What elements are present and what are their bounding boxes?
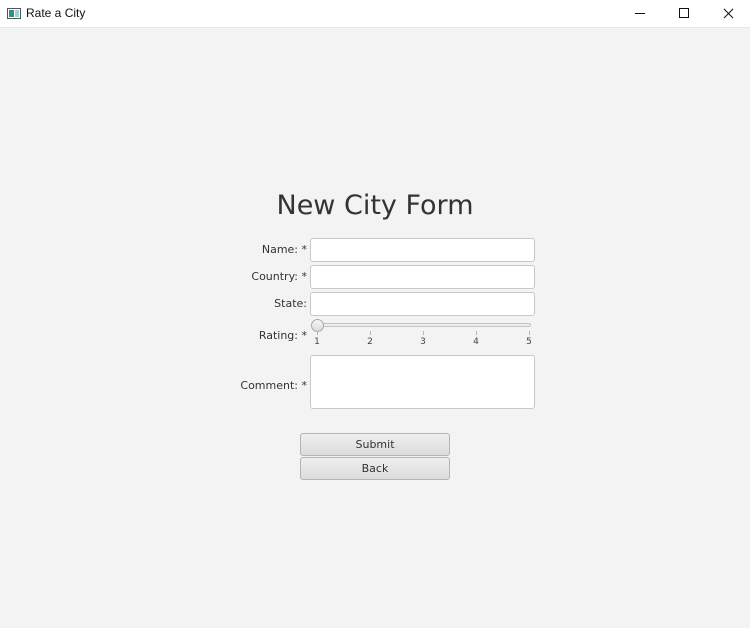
state-label: State: — [274, 297, 307, 310]
submit-button[interactable]: Submit — [300, 433, 450, 456]
name-field[interactable] — [310, 238, 535, 262]
close-icon[interactable] — [706, 0, 750, 28]
country-label: Country: * — [251, 270, 307, 283]
state-field[interactable] — [310, 292, 535, 316]
name-label: Name: * — [261, 243, 307, 256]
slider-tick — [476, 331, 477, 335]
slider-tick — [370, 331, 371, 335]
slider-tick-label: 1 — [314, 337, 320, 347]
back-button[interactable]: Back — [300, 457, 450, 480]
slider-track[interactable] — [317, 323, 531, 327]
slider-tick-label: 4 — [473, 337, 479, 347]
form-title: New City Form — [276, 190, 474, 221]
slider-tick — [529, 331, 530, 335]
slider-tick-label: 5 — [526, 337, 532, 347]
rating-label: Rating: * — [258, 329, 307, 342]
country-field[interactable] — [310, 265, 535, 289]
slider-tick-label: 2 — [367, 337, 373, 347]
slider-thumb[interactable] — [311, 319, 324, 332]
window-title: Rate a City — [26, 6, 86, 20]
app-window-icon — [7, 8, 21, 19]
slider-tick — [423, 331, 424, 335]
comment-label: Comment: * — [240, 379, 307, 392]
comment-field[interactable] — [310, 355, 535, 409]
maximize-icon[interactable] — [662, 0, 706, 28]
slider-tick-label: 3 — [420, 337, 426, 347]
title-bar: Rate a City — [0, 0, 750, 28]
minimize-icon[interactable] — [618, 0, 662, 28]
